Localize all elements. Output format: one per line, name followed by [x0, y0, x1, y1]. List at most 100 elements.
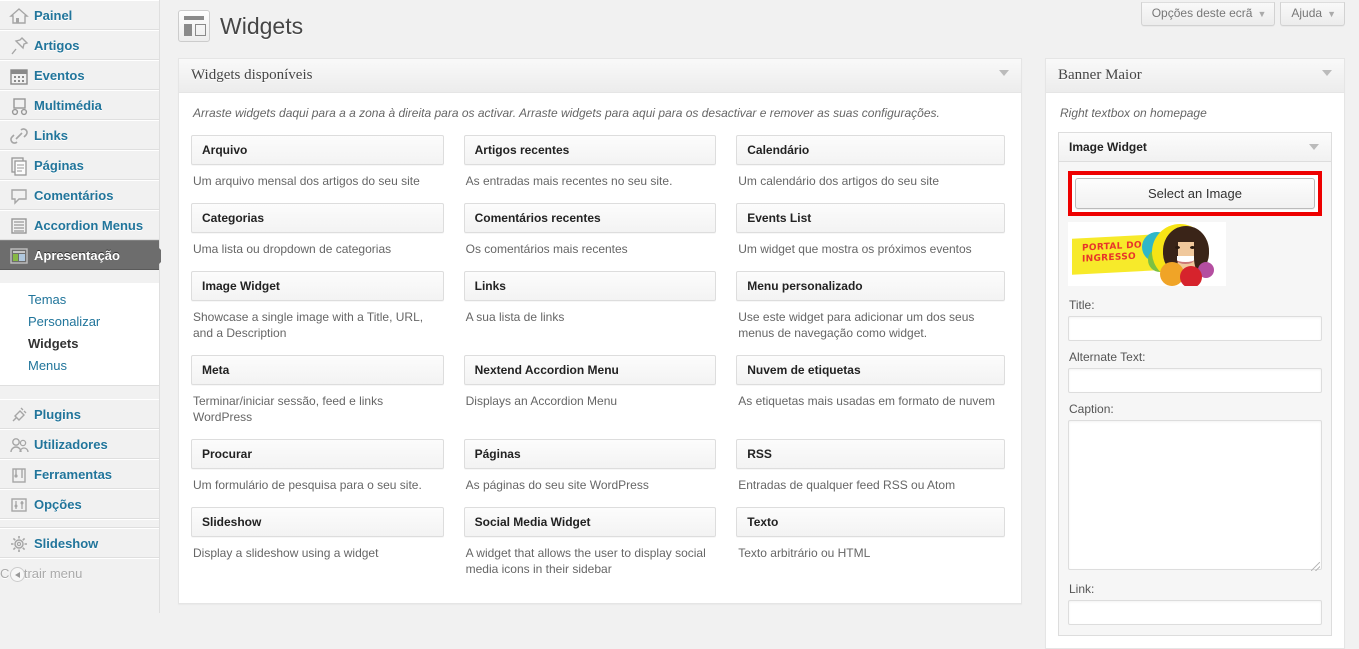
collapse-arrow-icon: [10, 567, 25, 582]
submenu-item-temas[interactable]: Temas: [0, 289, 159, 311]
chevron-down-icon: ▼: [1327, 9, 1336, 19]
sidebar-item-slideshow[interactable]: Slideshow: [0, 528, 159, 558]
widget-card: Menu personalizado Use este widget para …: [736, 271, 1009, 341]
widget-card: Páginas As páginas do seu site WordPress: [463, 439, 737, 493]
widget-card: Nuvem de etiquetas As etiquetas mais usa…: [736, 355, 1009, 425]
widget-title[interactable]: Nuvem de etiquetas: [736, 355, 1005, 385]
list-icon: [8, 215, 30, 237]
widget-title[interactable]: Páginas: [463, 439, 717, 469]
sidebar-item-comentarios[interactable]: Comentários: [0, 180, 159, 210]
widget-description: Entradas de qualquer feed RSS ou Atom: [738, 478, 956, 492]
sidebar-item-label: Ferramentas: [34, 467, 113, 482]
widget-card: Artigos recentes As entradas mais recent…: [463, 135, 737, 189]
submenu-item-personalizar[interactable]: Personalizar: [0, 311, 159, 333]
sidebar-item-paginas[interactable]: Páginas: [0, 150, 159, 180]
calendar-icon: [8, 65, 30, 87]
screen-options-button[interactable]: Opções deste ecrã ▼: [1140, 2, 1276, 26]
widget-title[interactable]: Nextend Accordion Menu: [463, 355, 717, 385]
available-widgets-body: Arraste widgets daqui para a a zona à di…: [179, 93, 1021, 603]
widget-description: Displays an Accordion Menu: [465, 394, 618, 408]
title-input[interactable]: [1068, 316, 1322, 341]
appearance-icon: [8, 245, 30, 267]
available-widgets-panel: Widgets disponíveis Arraste widgets daqu…: [178, 58, 1022, 604]
sidebar-item-links[interactable]: Links: [0, 120, 159, 150]
page-title: Widgets: [220, 12, 304, 39]
widget-title[interactable]: Procurar: [191, 439, 444, 469]
available-widgets-intro: Arraste widgets daqui para a a zona à di…: [193, 106, 940, 120]
help-button[interactable]: Ajuda ▼: [1280, 2, 1345, 26]
available-widgets-heading[interactable]: Widgets disponíveis: [179, 59, 1021, 93]
dashboard-icon: [8, 5, 30, 27]
widget-title[interactable]: Meta: [191, 355, 444, 385]
select-an-image-button[interactable]: Select an Image: [1075, 178, 1315, 209]
sidebar-item-label: Apresentação: [34, 248, 120, 263]
sidebar-item-apresentacao[interactable]: Apresentação: [0, 240, 167, 270]
widget-card: Categorias Uma lista ou dropdown de cate…: [191, 203, 464, 257]
sidebar-item-label: Comentários: [34, 188, 114, 203]
gear-icon: [8, 533, 30, 555]
sidebar-area-body: Right textbox on homepage Image Widget S…: [1046, 93, 1344, 648]
widget-card: Social Media Widget A widget that allows…: [463, 507, 737, 577]
banner-maior-box: Banner Maior Right textbox on homepage I…: [1045, 58, 1345, 649]
widget-description: Use este widget para adicionar um dos se…: [738, 310, 975, 340]
sidebar-item-label: Plugins: [34, 407, 81, 422]
widget-title[interactable]: Arquivo: [191, 135, 444, 165]
widget-description: Os comentários mais recentes: [465, 242, 628, 256]
chevron-down-icon[interactable]: [1322, 70, 1332, 76]
widget-title[interactable]: Texto: [736, 507, 1005, 537]
widget-card: Texto Texto arbitrário ou HTML: [736, 507, 1009, 577]
widget-title[interactable]: RSS: [736, 439, 1005, 469]
caption-textarea[interactable]: [1068, 420, 1322, 570]
widget-title[interactable]: Menu personalizado: [736, 271, 1005, 301]
widget-description: As etiquetas mais usadas em formato de n…: [738, 394, 996, 408]
collapse-menu-button[interactable]: Contrair menu: [0, 558, 159, 588]
image-widget-header[interactable]: Image Widget: [1059, 133, 1331, 162]
widget-title[interactable]: Slideshow: [191, 507, 444, 537]
sidebar-item-painel[interactable]: Painel: [0, 0, 159, 30]
select-image-highlight: Select an Image: [1068, 171, 1322, 216]
main-content: Opções deste ecrã ▼ Ajuda ▼ Widgets Widget…: [161, 0, 1359, 649]
sidebar-item-opcoes[interactable]: Opções: [0, 489, 159, 519]
sidebar-item-label: Slideshow: [34, 536, 99, 551]
submenu-item-label: Personalizar: [28, 314, 101, 329]
chevron-down-icon[interactable]: [1309, 144, 1319, 150]
widget-title[interactable]: Artigos recentes: [463, 135, 717, 165]
widget-title[interactable]: Categorias: [191, 203, 444, 233]
link-field-label: Link:: [1069, 582, 1095, 596]
widget-card: Events List Um widget que mostra os próx…: [736, 203, 1009, 257]
sidebar-item-utilizadores[interactable]: Utilizadores: [0, 429, 159, 459]
widget-description: Um widget que mostra os próximos eventos: [738, 242, 972, 256]
screen-options-label: Opções deste ecrã: [1151, 6, 1253, 20]
available-widgets-heading-text: Widgets disponíveis: [191, 67, 313, 83]
sidebar-item-artigos[interactable]: Artigos: [0, 30, 159, 60]
sidebar-item-accordion-menus[interactable]: Accordion Menus: [0, 210, 159, 240]
widget-title[interactable]: Calendário: [736, 135, 1005, 165]
image-preview[interactable]: PORTAL DO INGRESSO: [1068, 222, 1322, 286]
widget-title[interactable]: Social Media Widget: [463, 507, 717, 537]
sidebar-widget-area: Banner Maior Right textbox on homepage I…: [1045, 58, 1345, 649]
submenu-item-label: Menus: [28, 358, 68, 373]
chevron-down-icon[interactable]: [999, 70, 1009, 76]
sidebar-item-ferramentas[interactable]: Ferramentas: [0, 459, 159, 489]
submenu-item-label: Temas: [28, 292, 67, 307]
widget-title[interactable]: Events List: [736, 203, 1005, 233]
sidebar-item-eventos[interactable]: Eventos: [0, 60, 159, 90]
link-icon: [8, 125, 30, 147]
widget-title[interactable]: Comentários recentes: [463, 203, 717, 233]
widget-card: Arquivo Um arquivo mensal dos artigos do…: [191, 135, 464, 189]
banner-thumbnail: PORTAL DO INGRESSO: [1068, 222, 1226, 286]
users-icon: [8, 434, 30, 456]
alternate-text-input[interactable]: [1068, 368, 1322, 393]
widget-title[interactable]: Links: [463, 271, 717, 301]
image-widget-form: Select an Image PORTAL DO INGRESSO Title…: [1059, 162, 1331, 635]
submenu-item-menus[interactable]: Menus: [0, 355, 159, 377]
tools-icon: [8, 464, 30, 486]
widget-description: As páginas do seu site WordPress: [465, 478, 649, 492]
sidebar-area-heading[interactable]: Banner Maior: [1046, 59, 1344, 93]
widget-title[interactable]: Image Widget: [191, 271, 444, 301]
widget-description: Terminar/iniciar sessão, feed e links Wo…: [193, 394, 384, 424]
sidebar-item-plugins[interactable]: Plugins: [0, 399, 159, 429]
submenu-item-widgets[interactable]: Widgets: [0, 333, 159, 355]
sidebar-item-multimedia[interactable]: Multimédia: [0, 90, 159, 120]
chevron-down-icon: ▼: [1257, 9, 1267, 19]
